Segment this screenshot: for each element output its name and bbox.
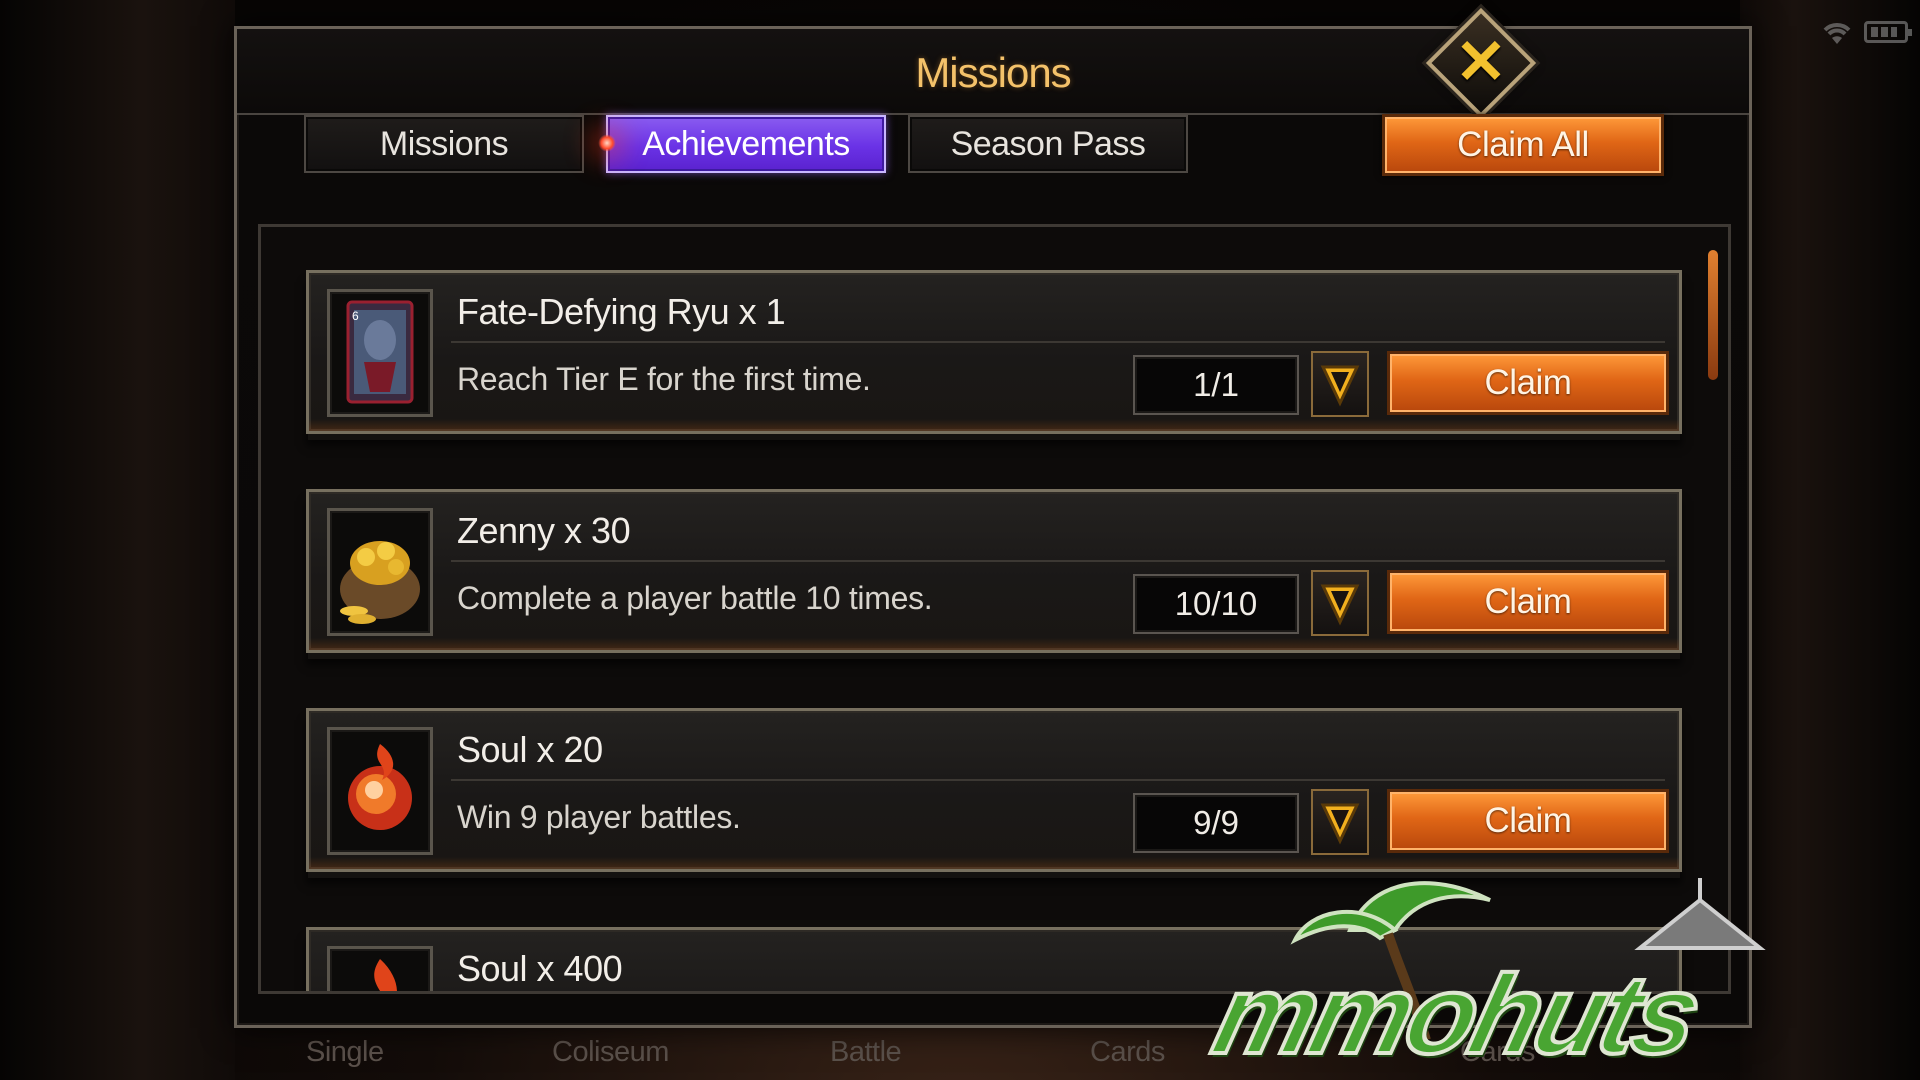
chevron-down-icon: [1320, 803, 1360, 845]
gold-coin-bag-icon: [327, 508, 433, 636]
background-left: [0, 0, 235, 1080]
mission-card: Soul x 20 Win 9 player battles. 9/9 Clai…: [306, 708, 1682, 872]
expand-button[interactable]: [1311, 789, 1369, 855]
notification-glow: [598, 134, 616, 152]
close-icon[interactable]: ✕: [1442, 24, 1520, 102]
watermark-text: mmohuts: [1200, 950, 1711, 1079]
chevron-down-icon: [1320, 584, 1360, 626]
nav-single[interactable]: Single: [306, 1036, 384, 1069]
chevron-down-icon: [1320, 365, 1360, 407]
reward-title: Soul x 400: [457, 948, 623, 989]
fire-soul-orb-icon: [327, 727, 433, 855]
nav-cards[interactable]: Cards: [1090, 1036, 1165, 1069]
mission-description: Win 9 player battles.: [457, 799, 741, 835]
reward-title: Zenny x 30: [457, 510, 631, 551]
fire-soul-icon: [327, 946, 433, 991]
claim-button[interactable]: Claim: [1387, 570, 1669, 634]
mission-description: Reach Tier E for the first time.: [457, 361, 871, 397]
status-bar: [1820, 18, 1912, 46]
nav-coliseum[interactable]: Coliseum: [552, 1036, 669, 1069]
tab-season-pass[interactable]: Season Pass: [908, 115, 1188, 173]
scrollbar[interactable]: [1708, 250, 1718, 380]
divider: [451, 779, 1665, 781]
claim-button[interactable]: Claim: [1387, 351, 1669, 415]
game-screen: Single Coliseum Battle Cards Cards Missi…: [0, 0, 1920, 1080]
expand-button[interactable]: [1311, 351, 1369, 417]
tab-achievements[interactable]: Achievements: [606, 115, 886, 173]
expand-button[interactable]: [1311, 570, 1369, 636]
progress-counter: 10/10: [1133, 574, 1299, 634]
divider: [451, 341, 1665, 343]
progress-counter: 1/1: [1133, 355, 1299, 415]
battery-icon: [1864, 21, 1912, 43]
claim-button[interactable]: Claim: [1387, 789, 1669, 853]
mission-description: Complete a player battle 10 times.: [457, 580, 933, 616]
reward-title: Fate-Defying Ryu x 1: [457, 291, 786, 332]
reward-title: Soul x 20: [457, 729, 603, 770]
mission-card: Zenny x 30 Complete a player battle 10 t…: [306, 489, 1682, 653]
claim-all-button[interactable]: Claim All: [1382, 114, 1664, 176]
mission-card: 6 Fate-Defying Ryu x 1 Reach Tier E for …: [306, 270, 1682, 434]
progress-counter: 9/9: [1133, 793, 1299, 853]
wifi-icon: [1823, 23, 1851, 44]
ryu-card-icon: 6: [327, 289, 433, 417]
svg-text:6: 6: [352, 309, 359, 323]
divider: [451, 560, 1665, 562]
tab-missions[interactable]: Missions: [304, 115, 584, 173]
nav-battle[interactable]: Battle: [830, 1036, 902, 1069]
